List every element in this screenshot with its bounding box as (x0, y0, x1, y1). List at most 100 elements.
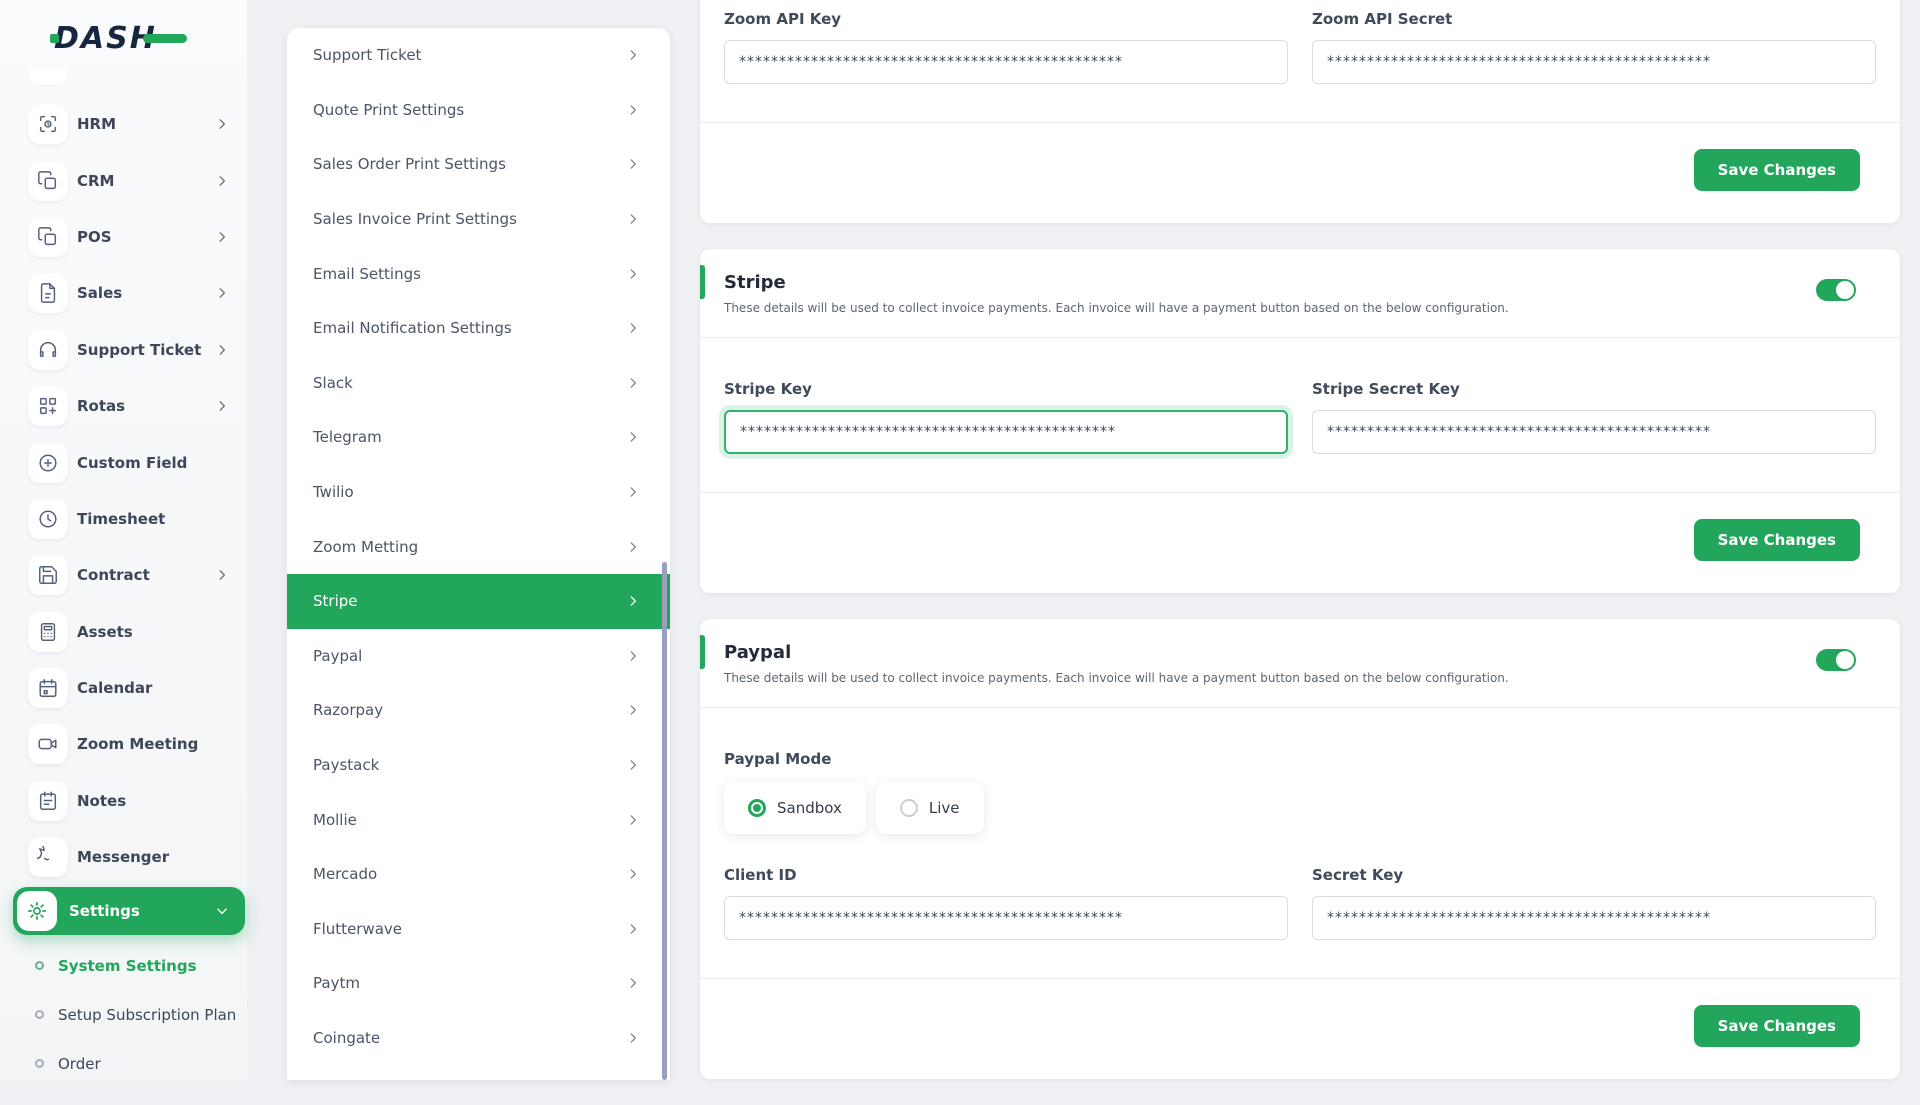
calendar-icon (28, 668, 68, 709)
panel-item-paytm[interactable]: Paytm (287, 956, 670, 1011)
zoom-meeting-icon (28, 724, 68, 765)
sidebar-item-timesheet[interactable]: Timesheet (0, 491, 247, 547)
panel-item-sales-order-print-settings[interactable]: Sales Order Print Settings (287, 137, 670, 192)
stripe-card-title: Stripe (724, 272, 786, 293)
paypal-client-id-input[interactable] (724, 896, 1288, 940)
submenu-item-system-settings[interactable]: System Settings (0, 941, 247, 990)
paypal-settings-card: Paypal These details will be used to col… (700, 619, 1900, 1079)
sidebar-item-hrm[interactable]: HRM (0, 96, 247, 152)
zoom-api-key-input[interactable] (724, 40, 1288, 84)
logo[interactable]: DASH (50, 16, 187, 60)
sidebar-item-assets[interactable]: Assets (0, 604, 247, 660)
sidebar-item-pos[interactable]: POS (0, 209, 247, 265)
panel-item-label: Mollie (313, 810, 357, 829)
panel-item-stripe[interactable]: Stripe (287, 573, 670, 629)
chevron-right-icon (215, 343, 229, 357)
paypal-secret-key-field: Secret Key (1312, 864, 1876, 940)
chevron-down-icon (215, 904, 229, 918)
support-ticket-icon (28, 329, 68, 370)
radio-selected-icon[interactable] (748, 799, 766, 817)
submenu-item-label: Order (58, 1054, 101, 1073)
bullet-icon (35, 1010, 44, 1019)
sidebar-item-sales[interactable]: Sales (0, 265, 247, 321)
chevron-right-icon (626, 703, 640, 717)
panel-item-label: Email Settings (313, 264, 421, 283)
save-changes-button[interactable]: Save Changes (1693, 519, 1860, 561)
panel-item-label: Sales Invoice Print Settings (313, 210, 517, 229)
panel-item-slack[interactable]: Slack (287, 356, 670, 411)
panel-item-flutterwave[interactable]: Flutterwave (287, 902, 670, 957)
panel-item-sales-invoice-print-settings[interactable]: Sales Invoice Print Settings (287, 192, 670, 247)
pos-icon (28, 216, 68, 257)
paypal-enabled-toggle[interactable] (1816, 649, 1856, 671)
rotas-icon (28, 386, 68, 427)
paypal-header-text: Paypal These details will be used to col… (724, 641, 1509, 687)
sidebar-item-messenger[interactable]: Messenger (0, 829, 247, 885)
sidebar-item-label: Rotas (77, 397, 126, 416)
panel-item-email-settings[interactable]: Email Settings (287, 246, 670, 301)
panel-item-zoom-metting[interactable]: Zoom Metting (287, 519, 670, 574)
paypal-mode-section: Paypal Mode Sandbox Live (700, 708, 1900, 834)
panel-scrollbar[interactable] (662, 562, 667, 1080)
sales-icon (28, 273, 68, 314)
stripe-header-text: Stripe These details will be used to col… (724, 271, 1509, 317)
logo-dash (142, 33, 187, 43)
zoom-api-secret-field: Zoom API Secret (1312, 8, 1876, 84)
submenu-item-setup-subscription-plan[interactable]: Setup Subscription Plan (0, 990, 247, 1039)
sidebar-item-crm[interactable]: CRM (0, 152, 247, 208)
chevron-right-icon (626, 867, 640, 881)
paypal-mode-options: Sandbox Live (724, 782, 1876, 834)
radio-unselected-icon[interactable] (899, 799, 918, 817)
panel-item-twilio[interactable]: Twilio (287, 465, 670, 520)
paypal-secret-key-input[interactable] (1312, 896, 1876, 940)
stripe-fields: Stripe Key Stripe Secret Key (700, 338, 1900, 492)
notes-icon (28, 780, 68, 821)
sidebar-item-custom-field[interactable]: Custom Field (0, 434, 247, 490)
submenu-item-label: System Settings (58, 956, 197, 975)
stripe-secret-key-field: Stripe Secret Key (1312, 378, 1876, 454)
hrm-icon (28, 104, 68, 145)
panel-item-coingate[interactable]: Coingate (287, 1011, 670, 1066)
sidebar: DASH HRM CRM POS Sales Support Ticket Ro… (0, 0, 247, 1080)
panel-item-paypal[interactable]: Paypal (287, 629, 670, 684)
panel-item-mollie[interactable]: Mollie (287, 792, 670, 847)
zoom-api-key-label: Zoom API Key (724, 10, 842, 28)
panel-item-label: Slack (313, 373, 353, 392)
stripe-enabled-toggle[interactable] (1816, 279, 1856, 301)
chevron-right-icon (626, 376, 640, 390)
paypal-mode-option-label: Live (928, 799, 960, 817)
panel-item-paystack[interactable]: Paystack (287, 738, 670, 793)
panel-item-telegram[interactable]: Telegram (287, 410, 670, 465)
sidebar-item-calendar[interactable]: Calendar (0, 660, 247, 716)
sidebar-item-notes[interactable]: Notes (0, 773, 247, 829)
settings-submenu: System Settings Setup Subscription Plan … (0, 941, 247, 1088)
panel-item-email-notification-settings[interactable]: Email Notification Settings (287, 301, 670, 356)
chevron-right-icon (215, 174, 229, 188)
sidebar-item-settings[interactable]: Settings (13, 887, 245, 935)
save-changes-button[interactable]: Save Changes (1693, 149, 1860, 191)
stripe-key-field: Stripe Key (724, 378, 1288, 454)
stripe-key-input[interactable] (724, 410, 1288, 454)
submenu-item-order[interactable]: Order (0, 1039, 247, 1088)
panel-item-label: Twilio (313, 483, 354, 502)
paypal-mode-live[interactable]: Live (875, 782, 984, 834)
panel-item-razorpay[interactable]: Razorpay (287, 683, 670, 738)
panel-item-skrill[interactable]: Skrill (287, 1065, 670, 1080)
save-changes-button[interactable]: Save Changes (1693, 1005, 1860, 1047)
paypal-card-header: Paypal These details will be used to col… (700, 619, 1900, 707)
sidebar-item-support-ticket[interactable]: Support Ticket (0, 322, 247, 378)
sidebar-item-contract[interactable]: Contract (0, 547, 247, 603)
panel-item-support-ticket[interactable]: Support Ticket (287, 28, 670, 83)
sidebar-item-label: Messenger (77, 848, 170, 867)
sidebar-item-zoom-meeting[interactable]: Zoom Meeting (0, 716, 247, 772)
crm-icon (28, 160, 68, 201)
panel-item-mercado[interactable]: Mercado (287, 847, 670, 902)
paypal-mode-sandbox[interactable]: Sandbox (724, 782, 866, 834)
sidebar-item-rotas[interactable]: Rotas (0, 378, 247, 434)
zoom-api-secret-input[interactable] (1312, 40, 1876, 84)
panel-item-quote-print-settings[interactable]: Quote Print Settings (287, 83, 670, 138)
sidebar-item-label: Settings (69, 902, 140, 920)
stripe-secret-key-input[interactable] (1312, 410, 1876, 454)
chevron-right-icon (215, 568, 229, 582)
chevron-right-icon (626, 540, 640, 554)
